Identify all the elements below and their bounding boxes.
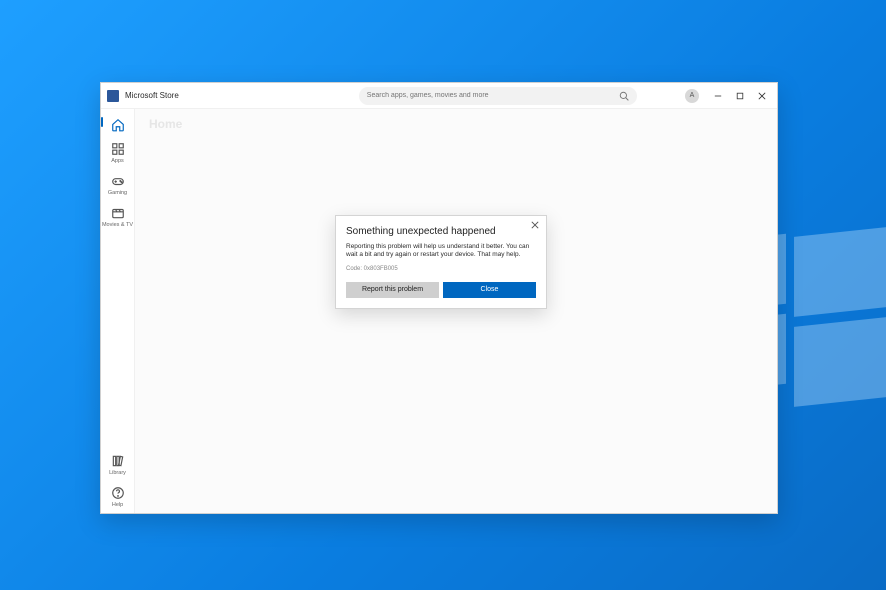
dialog-title: Something unexpected happened (346, 226, 536, 237)
sidebar: Apps Gaming Movies & TV Library Help (101, 109, 135, 513)
search-icon (619, 91, 629, 101)
app-title: Microsoft Store (125, 91, 179, 100)
movies-icon (111, 206, 125, 220)
dialog-close-action-button[interactable]: Close (443, 282, 536, 298)
sidebar-item-label: Apps (111, 158, 124, 164)
sidebar-item-library[interactable]: Library (101, 449, 134, 481)
minimize-button[interactable] (707, 87, 729, 105)
titlebar: Microsoft Store A (101, 83, 777, 109)
help-icon (111, 486, 125, 500)
search-input[interactable] (367, 92, 619, 99)
sidebar-item-movies-tv[interactable]: Movies & TV (101, 201, 134, 233)
gaming-icon (111, 174, 125, 188)
dialog-body: Reporting this problem will help us unde… (346, 243, 536, 260)
search-box[interactable] (359, 87, 637, 105)
maximize-button[interactable] (729, 87, 751, 105)
sidebar-item-help[interactable]: Help (101, 481, 134, 513)
sidebar-item-label: Library (109, 470, 126, 476)
dialog-buttons: Report this problem Close (346, 282, 536, 298)
user-avatar[interactable]: A (685, 89, 699, 103)
library-icon (111, 454, 125, 468)
page-title: Home (149, 117, 182, 131)
sidebar-item-home[interactable] (101, 113, 134, 137)
close-icon (531, 221, 539, 229)
home-icon (111, 118, 125, 132)
dialog-error-code: Code: 0x803FB005 (346, 266, 536, 272)
close-window-button[interactable] (751, 87, 773, 105)
report-problem-button[interactable]: Report this problem (346, 282, 439, 298)
sidebar-item-label: Help (112, 502, 123, 508)
microsoft-store-window: Microsoft Store A (100, 82, 778, 514)
avatar-initial: A (690, 92, 695, 99)
sidebar-item-label: Movies & TV (102, 222, 133, 228)
apps-icon (111, 142, 125, 156)
window-controls (707, 87, 773, 105)
app-icon (107, 90, 119, 102)
sidebar-item-label: Gaming (108, 190, 127, 196)
sidebar-item-apps[interactable]: Apps (101, 137, 134, 169)
dialog-close-button[interactable] (528, 218, 542, 232)
sidebar-item-gaming[interactable]: Gaming (101, 169, 134, 201)
error-dialog: Something unexpected happened Reporting … (335, 215, 547, 309)
content-area: Home (135, 109, 777, 513)
